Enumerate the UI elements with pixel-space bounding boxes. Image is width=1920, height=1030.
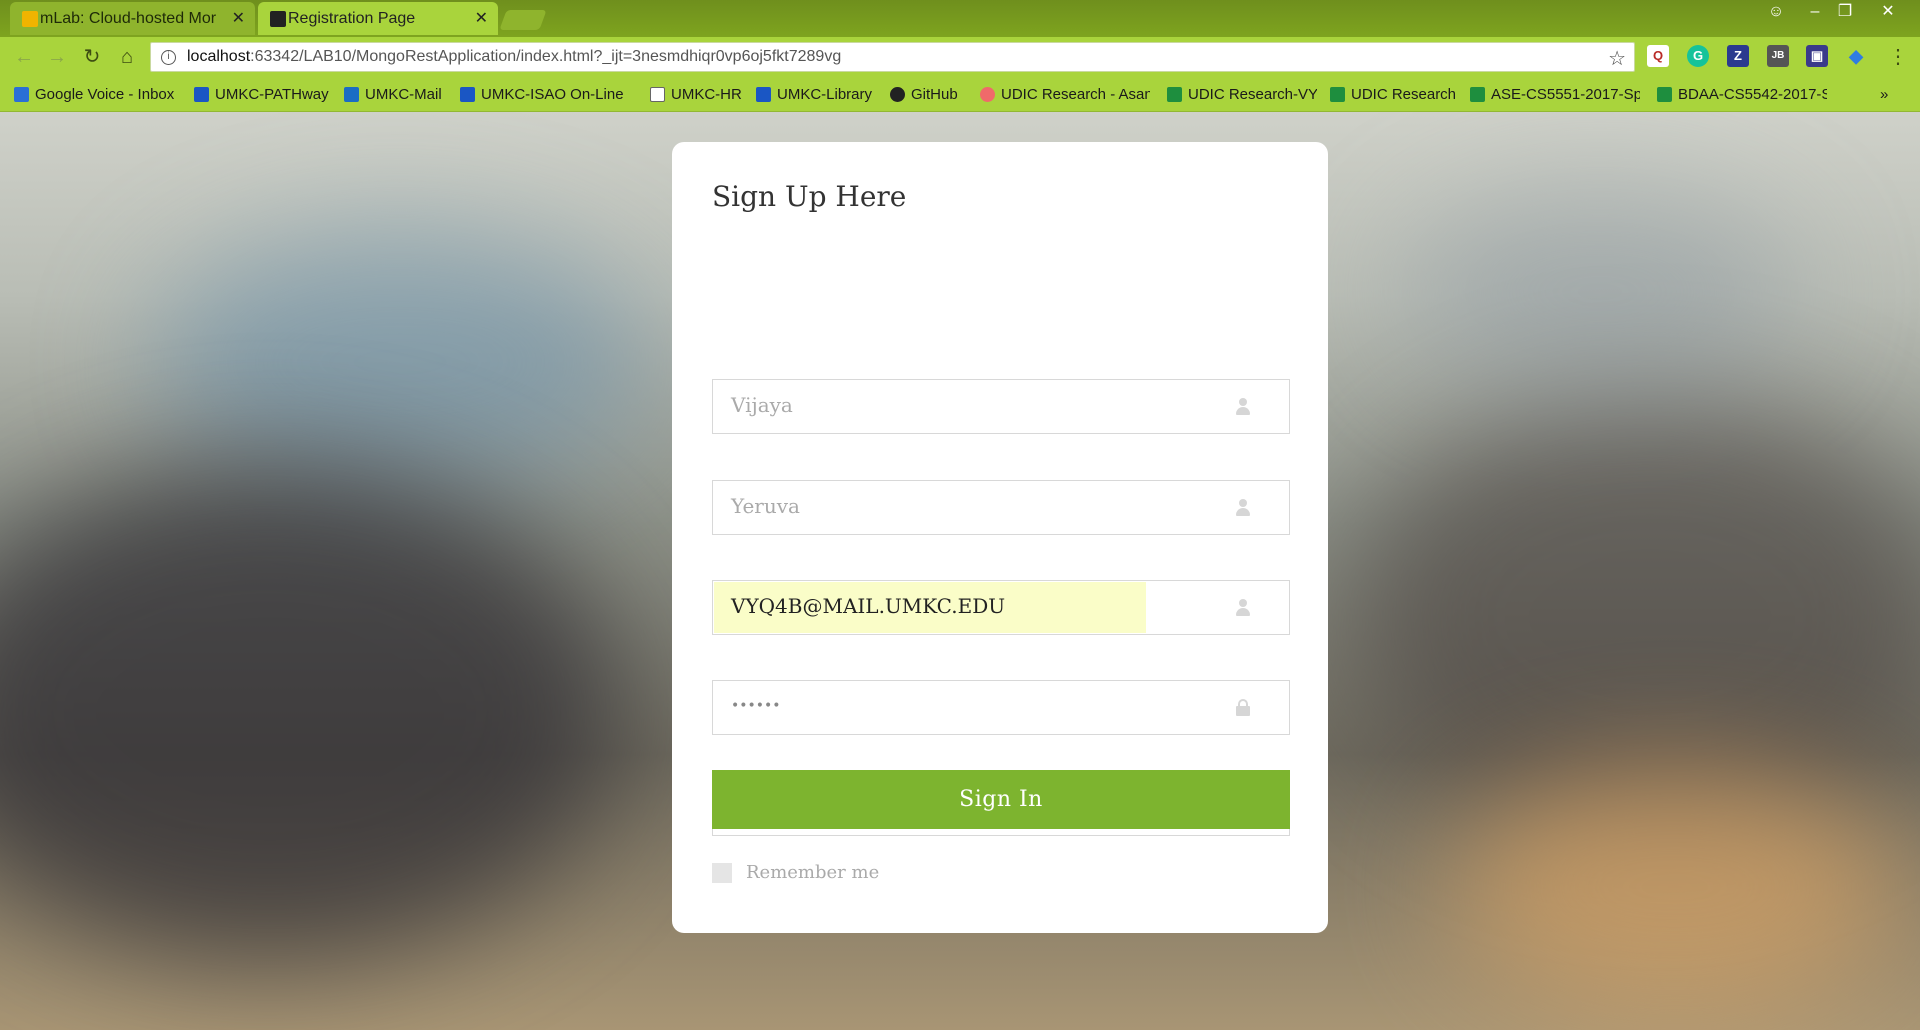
jb-extension-icon[interactable]: JB — [1767, 45, 1789, 67]
chrome-menu-icon[interactable]: ⋮ — [1886, 45, 1910, 69]
page-icon — [650, 86, 665, 102]
email-field[interactable]: VYQ4B@MAIL.UMKC.EDU — [712, 580, 1290, 635]
close-window-button[interactable]: ✕ — [1870, 2, 1906, 24]
remember-me-checkbox[interactable] — [712, 862, 732, 883]
bookmark-umkc-pathway[interactable]: UMKC-PATHway — [194, 83, 329, 105]
sheets-icon — [1657, 86, 1672, 102]
remember-me[interactable]: Remember me — [712, 862, 879, 883]
user-icon — [1235, 599, 1251, 617]
bookmark-github[interactable]: GitHub — [890, 83, 980, 105]
user-icon — [1235, 499, 1251, 517]
sheets-icon — [1470, 86, 1485, 102]
restore-button[interactable]: ❐ — [1827, 2, 1863, 24]
bookmark-umkc-mail[interactable]: UMKC-Mail — [344, 83, 449, 105]
grammarly-extension-icon[interactable]: G — [1687, 45, 1709, 67]
outlook-icon — [344, 86, 359, 102]
tab-mlab[interactable]: mLab: Cloud-hosted Mor ✕ — [10, 2, 255, 35]
background-blur — [1450, 762, 1900, 1012]
screen-extension-icon[interactable]: ▣ — [1806, 45, 1828, 67]
asana-icon — [980, 86, 995, 102]
tab-title: Registration Page — [288, 9, 416, 27]
quora-extension-icon[interactable]: Q — [1647, 45, 1669, 67]
close-tab-icon[interactable]: ✕ — [232, 8, 245, 28]
background-blur — [150, 232, 650, 492]
signup-card: Sign Up Here Vijaya Yeruva VYQ4B@MAIL.UM… — [672, 142, 1328, 933]
phone-icon — [14, 86, 29, 102]
bookmark-google-voice[interactable]: Google Voice - Inbox — [14, 83, 184, 105]
bookmark-umkc-isao[interactable]: UMKC-ISAO On-Line — [460, 83, 630, 105]
last-name-placeholder: Yeruva — [731, 494, 800, 518]
bookmark-udic-research[interactable]: UDIC Research — [1330, 83, 1455, 105]
url-text[interactable]: localhost:63342/LAB10/MongoRestApplicati… — [187, 48, 841, 66]
close-tab-icon[interactable]: ✕ — [475, 8, 488, 28]
umkc-icon — [460, 86, 475, 102]
sheets-icon — [1167, 86, 1182, 102]
bookmark-udic-asana[interactable]: UDIC Research - Asan — [980, 83, 1150, 105]
bookmark-star-icon[interactable]: ☆ — [1608, 46, 1626, 71]
background-blur — [0, 462, 620, 962]
bookmark-bdaa-cs5542[interactable]: BDAA-CS5542-2017-S — [1657, 83, 1827, 105]
form-title: Sign Up Here — [712, 180, 907, 213]
bookmarks-overflow-button[interactable]: » — [1880, 83, 1900, 105]
bookmark-ase-cs5551[interactable]: ASE-CS5551-2017-Sp — [1470, 83, 1640, 105]
page-background: Sign Up Here Vijaya Yeruva VYQ4B@MAIL.UM… — [0, 112, 1920, 1030]
reload-button[interactable]: ↻ — [80, 45, 104, 69]
github-icon — [890, 86, 905, 102]
last-name-field[interactable]: Yeruva — [712, 480, 1290, 535]
diamond-extension-icon[interactable]: ◆ — [1845, 45, 1867, 67]
home-button[interactable]: ⌂ — [115, 45, 139, 69]
user-icon — [1235, 398, 1251, 416]
profile-icon[interactable]: ☺ — [1758, 2, 1794, 24]
sheets-icon — [1330, 86, 1345, 102]
password-field[interactable]: •••••• — [712, 680, 1290, 735]
bookmark-udic-research-vy[interactable]: UDIC Research-VY — [1167, 83, 1317, 105]
tab-registration-page[interactable]: Registration Page ✕ — [258, 2, 498, 35]
site-info-icon[interactable]: i — [161, 50, 176, 65]
umkc-icon — [194, 86, 209, 102]
bookmark-umkc-library[interactable]: UMKC-Library — [756, 83, 881, 105]
forward-button[interactable]: → — [45, 45, 69, 69]
background-blur — [1400, 192, 1800, 392]
zotero-extension-icon[interactable]: Z — [1727, 45, 1749, 67]
remember-me-label: Remember me — [746, 862, 880, 883]
browser-titlebar: mLab: Cloud-hosted Mor ✕ Registration Pa… — [0, 0, 1920, 37]
browser-toolbar: ← → ↻ ⌂ i localhost:63342/LAB10/MongoRes… — [0, 37, 1920, 77]
sign-in-button[interactable]: Sign In — [712, 770, 1290, 829]
first-name-placeholder: Vijaya — [731, 393, 793, 417]
email-value: VYQ4B@MAIL.UMKC.EDU — [731, 594, 1006, 618]
new-tab-button[interactable] — [499, 10, 547, 30]
address-bar[interactable]: i localhost:63342/LAB10/MongoRestApplica… — [150, 42, 1635, 72]
mlab-favicon-icon — [22, 11, 38, 27]
bookmarks-bar: Google Voice - Inbox UMKC-PATHway UMKC-M… — [0, 77, 1920, 112]
back-button[interactable]: ← — [12, 45, 36, 69]
tab-title: mLab: Cloud-hosted Mor — [40, 9, 217, 27]
umkc-icon — [756, 86, 771, 102]
password-placeholder: •••••• — [731, 698, 781, 714]
bookmark-umkc-hr[interactable]: UMKC-HR — [650, 83, 750, 105]
webstorm-favicon-icon — [270, 11, 286, 27]
lock-icon — [1236, 699, 1250, 717]
first-name-field[interactable]: Vijaya — [712, 379, 1290, 434]
